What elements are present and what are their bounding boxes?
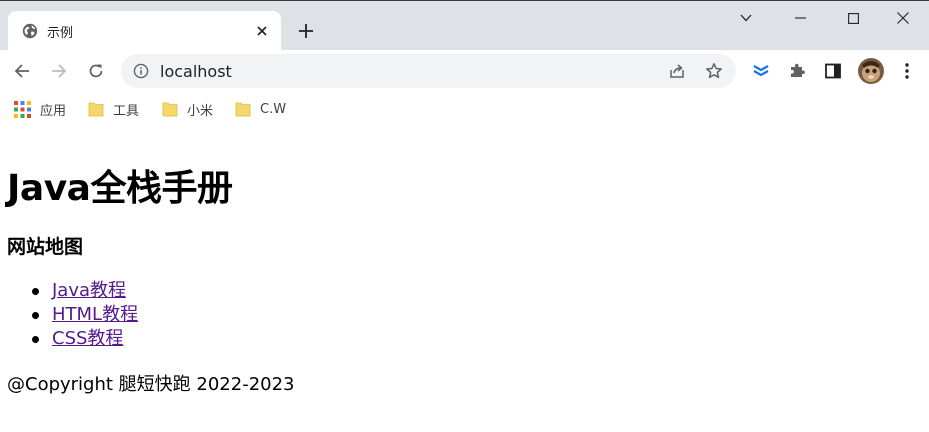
bullet-icon	[32, 336, 39, 343]
bookmark-label: C.W	[260, 101, 287, 117]
folder-icon	[162, 102, 178, 117]
link-java-tutorial[interactable]: Java教程	[52, 280, 126, 301]
tab-strip: 示例	[0, 0, 929, 50]
bookmark-label: 工具	[113, 103, 140, 119]
bookmark-folder-tools[interactable]: 工具	[88, 99, 139, 119]
bullet-icon	[32, 312, 39, 319]
bookmark-folder-cw[interactable]: C.W	[235, 99, 286, 119]
apps-grid-icon	[14, 100, 31, 118]
list-item: CSS教程	[30, 327, 138, 351]
bookmark-folder-xiaomi[interactable]: 小米	[162, 99, 213, 119]
star-icon[interactable]	[704, 61, 724, 81]
folder-icon	[235, 102, 251, 117]
reload-icon[interactable]	[81, 56, 111, 86]
bookmarks-bar: 应用 工具 小米 C.W	[0, 92, 929, 126]
arrow-right-icon[interactable]	[44, 56, 74, 86]
section-heading: 网站地图	[7, 236, 84, 258]
plus-icon[interactable]	[295, 20, 317, 42]
close-icon[interactable]	[877, 0, 929, 36]
bullet-icon	[32, 288, 39, 295]
link-css-tutorial[interactable]: CSS教程	[52, 328, 123, 349]
sitemap-list: Java教程 HTML教程 CSS教程	[30, 279, 138, 351]
browser-toolbar: localhost	[0, 50, 929, 92]
globe-icon	[22, 23, 38, 39]
share-icon[interactable]	[667, 61, 687, 81]
arrow-left-icon[interactable]	[7, 56, 37, 86]
folder-icon	[88, 102, 104, 117]
tab-active[interactable]: 示例	[8, 11, 281, 50]
close-icon[interactable]	[253, 22, 271, 40]
kebab-menu-icon[interactable]	[896, 60, 918, 82]
minimize-icon[interactable]	[774, 0, 826, 36]
copyright-footer: @Copyright 腿短快跑 2022-2023	[7, 374, 295, 395]
link-html-tutorial[interactable]: HTML教程	[52, 304, 138, 325]
layers-extension-icon[interactable]	[750, 60, 772, 82]
list-item: HTML教程	[30, 303, 138, 327]
chevron-down-icon[interactable]	[720, 0, 772, 36]
list-item: Java教程	[30, 279, 138, 303]
profile-avatar[interactable]	[858, 58, 884, 84]
bookmark-label: 小米	[187, 103, 214, 119]
maximize-icon[interactable]	[827, 0, 879, 36]
tab-title: 示例	[47, 26, 74, 41]
puzzle-icon[interactable]	[786, 60, 808, 82]
info-icon[interactable]	[133, 63, 149, 79]
bookmark-label: 应用	[40, 103, 67, 119]
url-text[interactable]: localhost	[160, 62, 232, 81]
bookmark-apps[interactable]: 应用	[14, 99, 66, 119]
sidepanel-icon[interactable]	[822, 60, 844, 82]
page-content: Java全栈手册 网站地图 Java教程 HTML教程 CSS教程 @Copyr…	[0, 126, 929, 432]
page-title: Java全栈手册	[7, 168, 233, 209]
address-bar[interactable]: localhost	[121, 54, 736, 88]
